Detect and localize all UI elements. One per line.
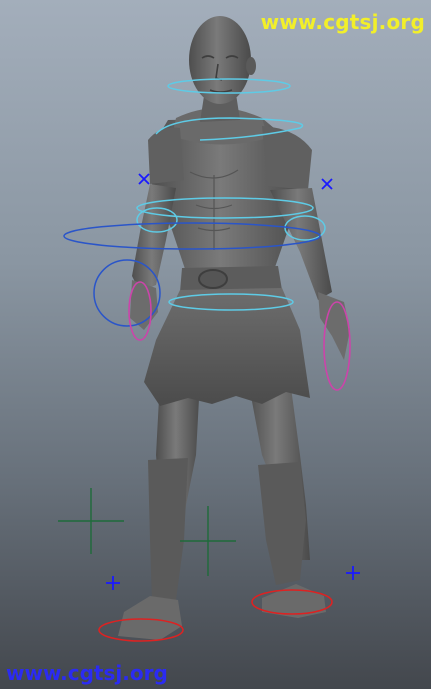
right-knee-pole-marker[interactable] [180,506,236,576]
character-model[interactable] [118,16,350,640]
left-foot-locator[interactable] [106,576,120,590]
left-boot [148,458,188,602]
head [189,16,251,104]
belt [180,266,282,292]
watermark-bottom: www.cgtsj.org [6,661,168,685]
right-shoulder-locator[interactable] [321,178,333,190]
right-shoulder-pad [262,126,312,190]
left-shoulder-locator[interactable] [138,173,150,185]
right-foot-locator[interactable] [346,566,360,580]
right-boot [258,462,306,585]
left-shoulder-pad [148,127,184,184]
pole-vector-markers[interactable] [58,488,236,576]
belt-buckle [198,269,228,289]
character-rig-scene[interactable] [0,0,431,689]
watermark-top: www.cgtsj.org [260,10,425,34]
ear [246,57,256,75]
left-foot [118,596,182,640]
3d-viewport[interactable]: www.cgtsj.org www.cgtsj.org [0,0,431,689]
left-knee-pole-marker[interactable] [58,488,124,554]
